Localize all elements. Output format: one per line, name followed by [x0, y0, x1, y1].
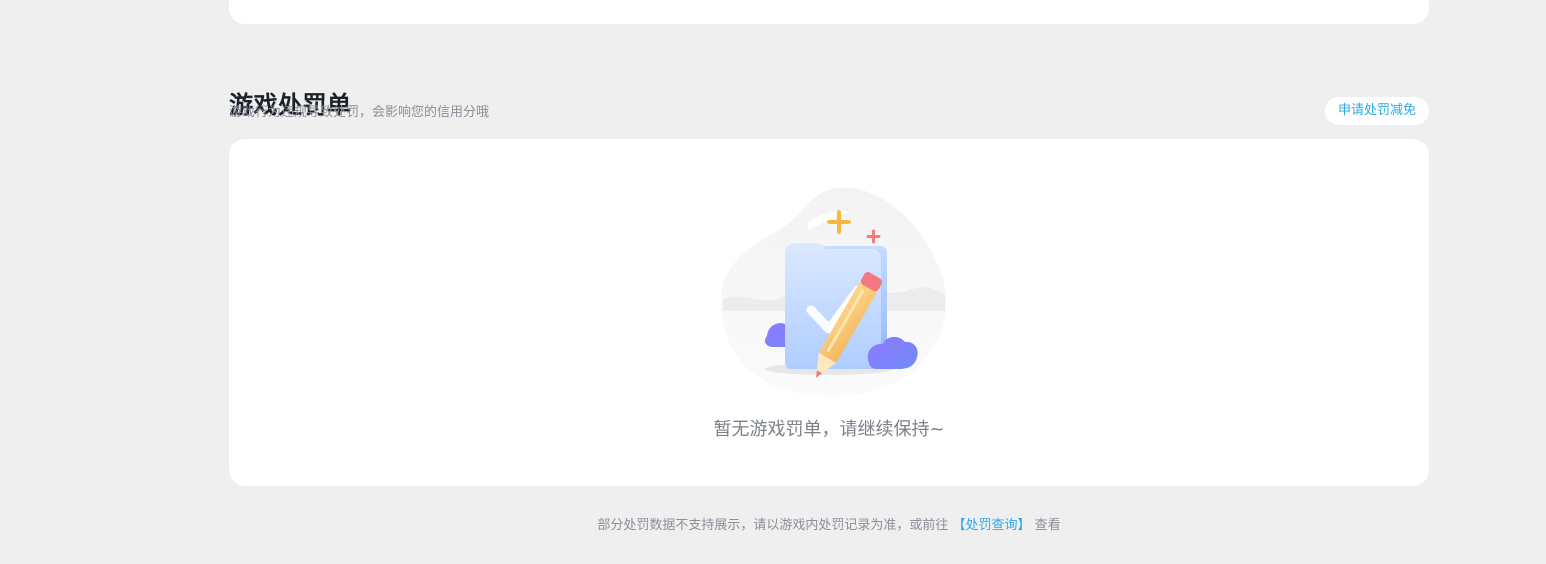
footer-note: 部分处罚数据不支持展示，请以游戏内处罚记录为准，或前往 【处罚查询】 查看	[229, 516, 1429, 536]
footer-note-suffix: 查看	[1034, 518, 1061, 533]
empty-state-message: 暂无游戏罚单，请继续保持~	[713, 419, 945, 440]
previous-section-card	[229, 0, 1429, 24]
apply-penalty-reduction-button[interactable]: 申请处罚减免	[1324, 97, 1429, 125]
footer-note-prefix: 部分处罚数据不支持展示，请以游戏内处罚记录为准，或前往	[597, 518, 949, 533]
empty-clipboard-pencil-icon	[719, 185, 949, 399]
section-subtitle: 游戏行为违规导致处罚，会影响您的信用分哦	[229, 105, 490, 120]
penalty-section-header: 游戏处罚单 游戏行为违规导致处罚，会影响您的信用分哦 申请处罚减免	[229, 68, 1429, 128]
penalty-query-link[interactable]: 【处罚查询】	[952, 518, 1030, 533]
empty-state-card: 暂无游戏罚单，请继续保持~	[229, 139, 1429, 486]
